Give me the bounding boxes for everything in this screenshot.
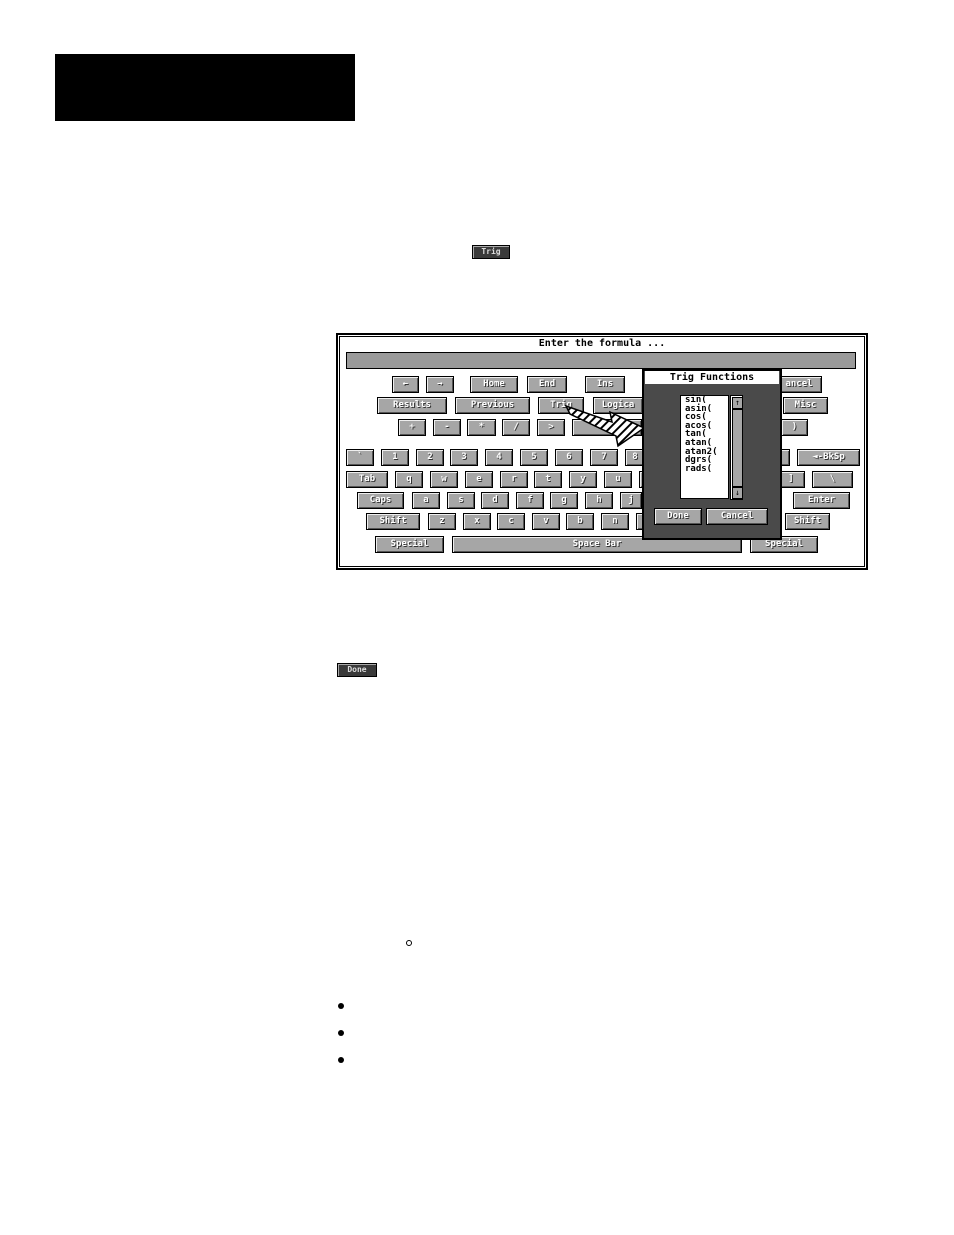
popup-title: Trig Functions: [645, 371, 779, 384]
key[interactable]: v: [532, 513, 560, 530]
scroll-up-icon[interactable]: ↑: [732, 397, 743, 409]
key[interactable]: h: [585, 492, 613, 509]
key[interactable]: +: [398, 419, 426, 436]
key[interactable]: Previous: [455, 397, 530, 414]
key[interactable]: g: [550, 492, 578, 509]
key[interactable]: e: [465, 471, 493, 488]
bullet: [338, 1030, 344, 1036]
key[interactable]: w: [430, 471, 458, 488]
key[interactable]: →: [426, 376, 454, 393]
key[interactable]: 1: [381, 449, 409, 466]
key[interactable]: 4: [485, 449, 513, 466]
key[interactable]: ←: [392, 376, 419, 393]
key[interactable]: b: [566, 513, 594, 530]
key[interactable]: ancel: [776, 376, 822, 393]
key[interactable]: Shift: [785, 513, 830, 530]
key[interactable]: 6: [555, 449, 583, 466]
formula-input[interactable]: [346, 352, 856, 369]
key[interactable]: End: [527, 376, 567, 393]
key[interactable]: a: [412, 492, 440, 509]
key[interactable]: 7: [590, 449, 618, 466]
list-item[interactable]: rads(: [685, 464, 728, 474]
key[interactable]: Home: [470, 376, 518, 393]
key[interactable]: z: [428, 513, 456, 530]
key[interactable]: ): [781, 419, 808, 436]
key[interactable]: n: [601, 513, 629, 530]
key[interactable]: 2: [416, 449, 444, 466]
key[interactable]: 3: [450, 449, 478, 466]
document-page: Trig Done Enter the formula ... ← → Home En…: [0, 0, 954, 1235]
scrollbar[interactable]: ↑ ↓: [730, 395, 743, 500]
key[interactable]: s: [447, 492, 475, 509]
degree-symbol: [406, 940, 412, 946]
key[interactable]: x: [463, 513, 491, 530]
pointer-arrow-icon: [564, 404, 646, 448]
scroll-down-icon[interactable]: ↓: [732, 487, 743, 499]
bullet: [338, 1057, 344, 1063]
key[interactable]: 5: [520, 449, 548, 466]
key[interactable]: d: [481, 492, 509, 509]
key[interactable]: Tab: [346, 471, 388, 488]
key[interactable]: c: [497, 513, 525, 530]
key[interactable]: f: [516, 492, 544, 509]
key[interactable]: -: [433, 419, 461, 436]
popup-cancel-button[interactable]: Cancel: [706, 508, 768, 525]
key[interactable]: j: [620, 492, 642, 509]
chapter-header-block: [55, 54, 355, 121]
done-button-inline: Done: [337, 663, 377, 677]
key[interactable]: t: [534, 471, 562, 488]
key[interactable]: /: [502, 419, 530, 436]
key[interactable]: ◄-BkSp: [797, 449, 860, 466]
key[interactable]: Ins: [585, 376, 625, 393]
bullet: [338, 1003, 344, 1009]
key[interactable]: \: [812, 471, 853, 488]
popup-done-button[interactable]: Done: [654, 508, 702, 525]
key[interactable]: Enter: [793, 492, 850, 509]
key[interactable]: `: [346, 449, 374, 466]
trig-function-list[interactable]: sin( asin( cos( acos( tan( atan( atan2( …: [680, 395, 729, 499]
key[interactable]: *: [467, 419, 496, 436]
key[interactable]: y: [569, 471, 597, 488]
key[interactable]: Misc: [783, 397, 828, 414]
key[interactable]: r: [500, 471, 528, 488]
key[interactable]: Shift: [366, 513, 420, 530]
trig-button-inline: Trig: [472, 245, 510, 259]
key[interactable]: q: [395, 471, 423, 488]
key[interactable]: u: [604, 471, 632, 488]
key[interactable]: Results: [377, 397, 447, 414]
key[interactable]: Special: [375, 536, 444, 553]
dialog-title: Enter the formula ...: [538, 338, 666, 349]
scroll-thumb[interactable]: [732, 409, 743, 487]
key[interactable]: Caps: [357, 492, 404, 509]
